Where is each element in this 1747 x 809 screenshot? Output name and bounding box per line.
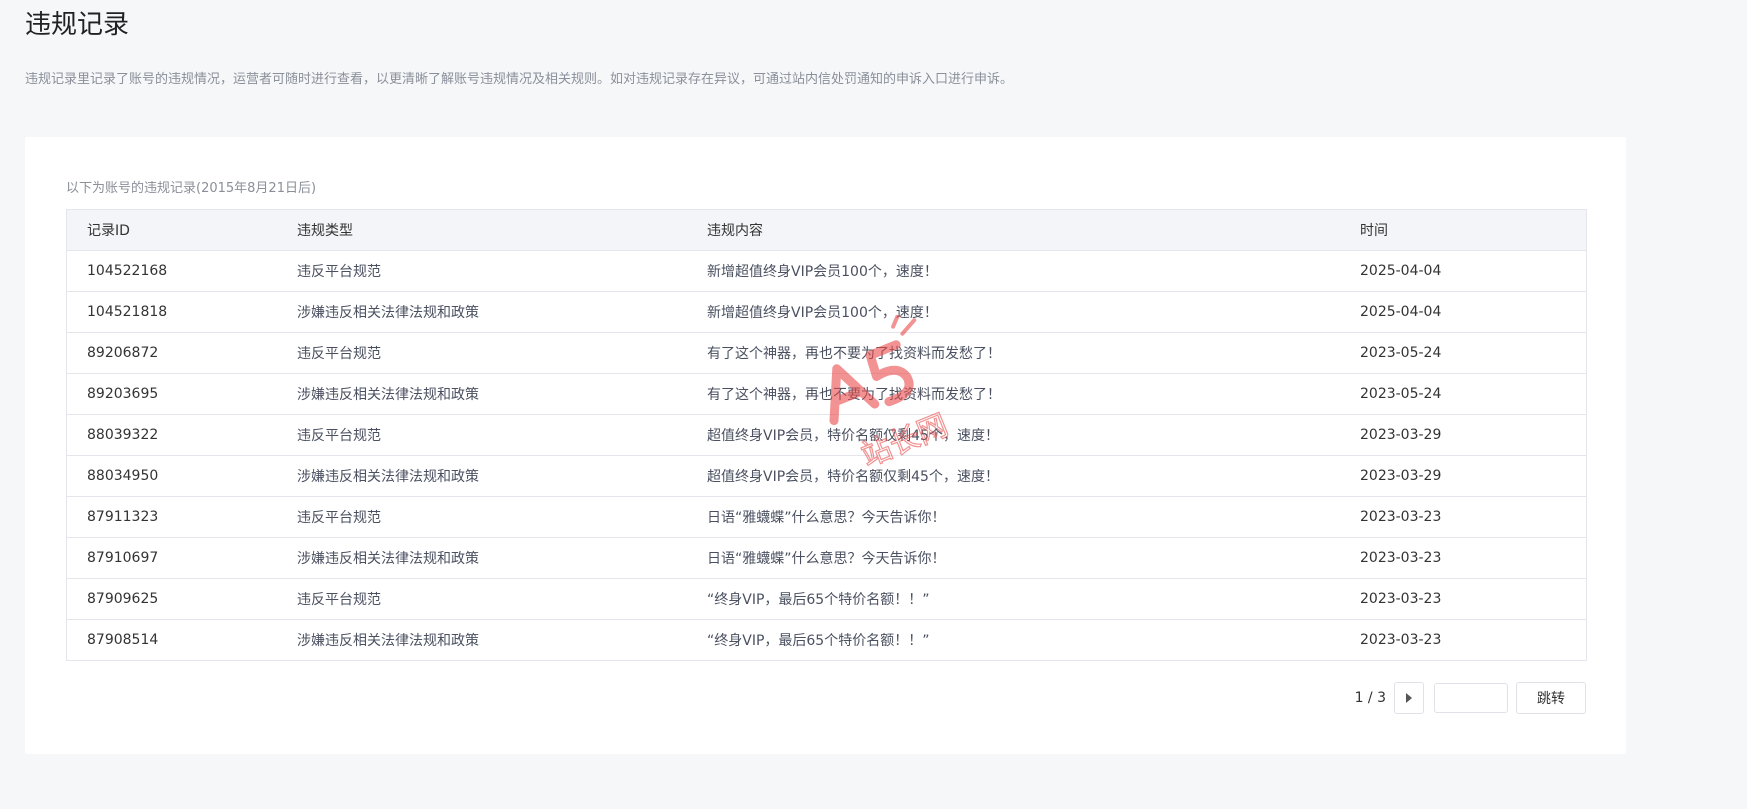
cell-time: 2023-05-24 [1340, 373, 1587, 415]
table-row: 88039322 违反平台规范 超值终身VIP会员，特价名额仅剩45个，速度！ … [66, 414, 1587, 456]
next-page-button[interactable] [1394, 682, 1424, 714]
records-subtitle: 以下为账号的违规记录(2015年8月21日后) [66, 181, 317, 196]
table-row: 87910697 涉嫌违反相关法律法规和政策 日语“雅蠛蝶”什么意思？今天告诉你… [66, 537, 1587, 579]
cell-record-id: 104522168 [66, 250, 277, 292]
table-body: 104522168 违反平台规范 新增超值终身VIP会员100个，速度！ 202… [66, 250, 1587, 661]
cell-record-id: 104521818 [66, 291, 277, 333]
page: 违规记录 违规记录里记录了账号的违规情况，运营者可随时进行查看，以更清晰了解账号… [0, 0, 1747, 809]
table-row: 88034950 涉嫌违反相关法律法规和政策 超值终身VIP会员，特价名额仅剩4… [66, 455, 1587, 497]
cell-violation-type: 违反平台规范 [277, 578, 687, 620]
cell-record-id: 89206872 [66, 332, 277, 374]
cell-violation-content: 日语“雅蠛蝶”什么意思？今天告诉你！ [687, 496, 1340, 538]
cell-time: 2023-03-23 [1340, 496, 1587, 538]
cell-record-id: 89203695 [66, 373, 277, 415]
cell-violation-type: 违反平台规范 [277, 414, 687, 456]
table-row: 89206872 违反平台规范 有了这个神器，再也不要为了找资料而发愁了！ 20… [66, 332, 1587, 374]
caret-right-icon [1406, 693, 1412, 703]
cell-time: 2023-03-23 [1360, 632, 1442, 648]
cell-time: 2023-05-24 [1340, 332, 1587, 374]
cell-violation-type: 涉嫌违反相关法律法规和政策 [277, 373, 687, 415]
violation-records-table: 记录ID 违规类型 违规内容 时间 104522168 违反平台规范 新增超值终… [66, 209, 1587, 661]
cell-violation-content: 新增超值终身VIP会员100个，速度！ [687, 250, 1340, 292]
cell-violation-content: 超值终身VIP会员，特价名额仅剩45个，速度！ [687, 455, 1340, 497]
table-row: 87909625 违反平台规范 “终身VIP，最后65个特价名额！！” 2023… [66, 578, 1587, 620]
cell-violation-type: 违反平台规范 [277, 332, 687, 374]
page-indicator: 1 / 3 [1354, 690, 1386, 706]
cell-record-id: 87909625 [66, 578, 277, 620]
cell-violation-type: 涉嫌违反相关法律法规和政策 [277, 455, 687, 497]
cell-time: 2025-04-04 [1340, 250, 1587, 292]
header-violation-content: 违规内容 [687, 209, 1340, 251]
cell-record-id: 87910697 [66, 537, 277, 579]
pagination: 1 / 3 跳转 [1355, 682, 1586, 714]
page-description: 违规记录里记录了账号的违规情况，运营者可随时进行查看，以更清晰了解账号违规情况及… [25, 72, 1014, 87]
page-number-input[interactable] [1434, 683, 1508, 713]
cell-violation-content: 新增超值终身VIP会员100个，速度！ [687, 291, 1340, 333]
cell-record-id: 88039322 [66, 414, 277, 456]
jump-button[interactable]: 跳转 [1516, 682, 1586, 714]
header-record-id: 记录ID [66, 209, 277, 251]
table-row: 104522168 违反平台规范 新增超值终身VIP会员100个，速度！ 202… [66, 250, 1587, 292]
header-time: 时间 [1340, 209, 1587, 251]
cell-time: 2023-03-23 [1340, 578, 1587, 620]
cell-time: 2025-04-04 [1340, 291, 1587, 333]
cell-violation-content: 有了这个神器，再也不要为了找资料而发愁了！ [687, 373, 1340, 415]
cell-violation-type: 违反平台规范 [277, 250, 687, 292]
cell-violation-content: 超值终身VIP会员，特价名额仅剩45个，速度！ [687, 414, 1340, 456]
cell-violation-content: 有了这个神器，再也不要为了找资料而发愁了！ [687, 332, 1340, 374]
page-title: 违规记录 [25, 10, 130, 40]
cell-record-id: 87911323 [66, 496, 277, 538]
cell-time: 2023-03-29 [1340, 455, 1587, 497]
table-header-row: 记录ID 违规类型 违规内容 时间 [66, 209, 1587, 251]
cell-violation-content: “终身VIP，最后65个特价名额！！” [687, 578, 1340, 620]
cell-time: 2023-03-23 [1340, 537, 1587, 579]
cell-violation-type: 涉嫌违反相关法律法规和政策 [297, 633, 479, 649]
table-row: 89203695 涉嫌违反相关法律法规和政策 有了这个神器，再也不要为了找资料而… [66, 373, 1587, 415]
cell-violation-content: “终身VIP，最后65个特价名额！！” [707, 633, 930, 649]
header-violation-type: 违规类型 [277, 209, 687, 251]
table-row: 87908514 涉嫌违反相关法律法规和政策 “终身VIP，最后65个特价名额！… [67, 620, 1587, 661]
cell-violation-type: 涉嫌违反相关法律法规和政策 [277, 537, 687, 579]
cell-violation-type: 违反平台规范 [277, 496, 687, 538]
cell-violation-type: 涉嫌违反相关法律法规和政策 [277, 291, 687, 333]
cell-record-id: 88034950 [66, 455, 277, 497]
records-card: 以下为账号的违规记录(2015年8月21日后) 记录ID 违规类型 违规内容 时… [25, 137, 1626, 754]
table-row: 104521818 涉嫌违反相关法律法规和政策 新增超值终身VIP会员100个，… [66, 291, 1587, 333]
cell-time: 2023-03-29 [1340, 414, 1587, 456]
cell-record-id: 87908514 [87, 632, 159, 648]
cell-violation-content: 日语“雅蠛蝶”什么意思？今天告诉你！ [687, 537, 1340, 579]
table-row: 87911323 违反平台规范 日语“雅蠛蝶”什么意思？今天告诉你！ 2023-… [66, 496, 1587, 538]
